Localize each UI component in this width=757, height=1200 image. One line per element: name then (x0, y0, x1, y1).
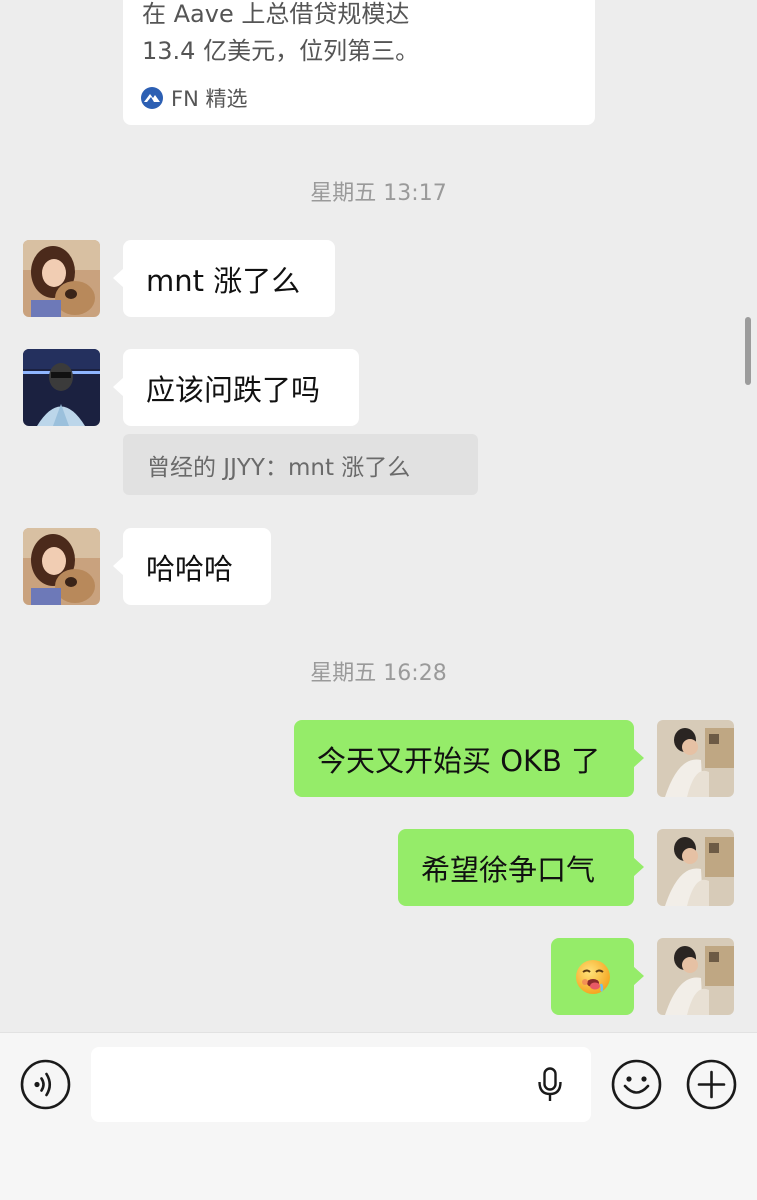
timestamp: 星期五 16:28 (310, 661, 447, 686)
message-text: 应该问跌了吗 (146, 372, 321, 407)
avatar[interactable] (23, 240, 100, 317)
my-avatar[interactable] (657, 720, 734, 797)
message-input[interactable] (107, 1047, 531, 1124)
message-text: 希望徐争口气 (421, 852, 596, 887)
avatar-image-couple (657, 829, 734, 906)
message-bubble-self[interactable]: 今天又开始买 OKB 了 (294, 720, 644, 797)
card-text-line-2: 13.4 亿美元，位列第三。 (142, 37, 420, 65)
input-bar (0, 1032, 757, 1200)
message-bubble[interactable]: mnt 涨了么 (113, 240, 335, 317)
microphone-icon[interactable] (537, 1067, 563, 1103)
link-card[interactable]: 在 Aave 上总借贷规模达 13.4 亿美元，位列第三。 FN 精选 (123, 0, 595, 125)
card-source: FN 精选 (141, 83, 247, 113)
fn-logo-icon (141, 87, 163, 109)
quoted-message[interactable]: 曾经的 JJYY：mnt 涨了么 (123, 434, 478, 495)
drooling-face-emoji-icon (575, 959, 610, 994)
avatar[interactable] (23, 349, 100, 426)
card-text-line-1: 在 Aave 上总借贷规模达 (142, 0, 410, 28)
emoji-icon[interactable] (611, 1059, 662, 1110)
avatar[interactable] (23, 528, 100, 605)
message-bubble-self[interactable] (551, 938, 644, 1015)
chat-area[interactable]: 在 Aave 上总借贷规模达 13.4 亿美元，位列第三。 FN 精选 星期五 … (0, 0, 757, 1032)
avatar-image-man (23, 349, 100, 426)
plus-icon[interactable] (686, 1059, 737, 1110)
timestamp: 星期五 13:17 (310, 181, 447, 206)
my-avatar[interactable] (657, 938, 734, 1015)
scrollbar[interactable] (745, 317, 751, 385)
avatar-image-couple (657, 720, 734, 797)
my-avatar[interactable] (657, 829, 734, 906)
card-text: 在 Aave 上总借贷规模达 13.4 亿美元，位列第三。 (142, 0, 419, 70)
quoted-message-text: 曾经的 JJYY：mnt 涨了么 (147, 454, 411, 481)
message-bubble[interactable]: 哈哈哈 (113, 528, 271, 605)
avatar-image-woman (23, 528, 100, 605)
message-text: 今天又开始买 OKB 了 (317, 743, 601, 778)
voice-mode-icon[interactable] (20, 1059, 71, 1110)
card-source-label: FN 精选 (171, 87, 248, 111)
message-input-field[interactable] (91, 1047, 591, 1124)
avatar-image-woman (23, 240, 100, 317)
message-text: mnt 涨了么 (146, 263, 301, 298)
avatar-image-couple (657, 938, 734, 1015)
message-text: 哈哈哈 (146, 551, 234, 586)
message-bubble[interactable]: 应该问跌了吗 (113, 349, 359, 426)
message-bubble-self[interactable]: 希望徐争口气 (398, 829, 644, 906)
